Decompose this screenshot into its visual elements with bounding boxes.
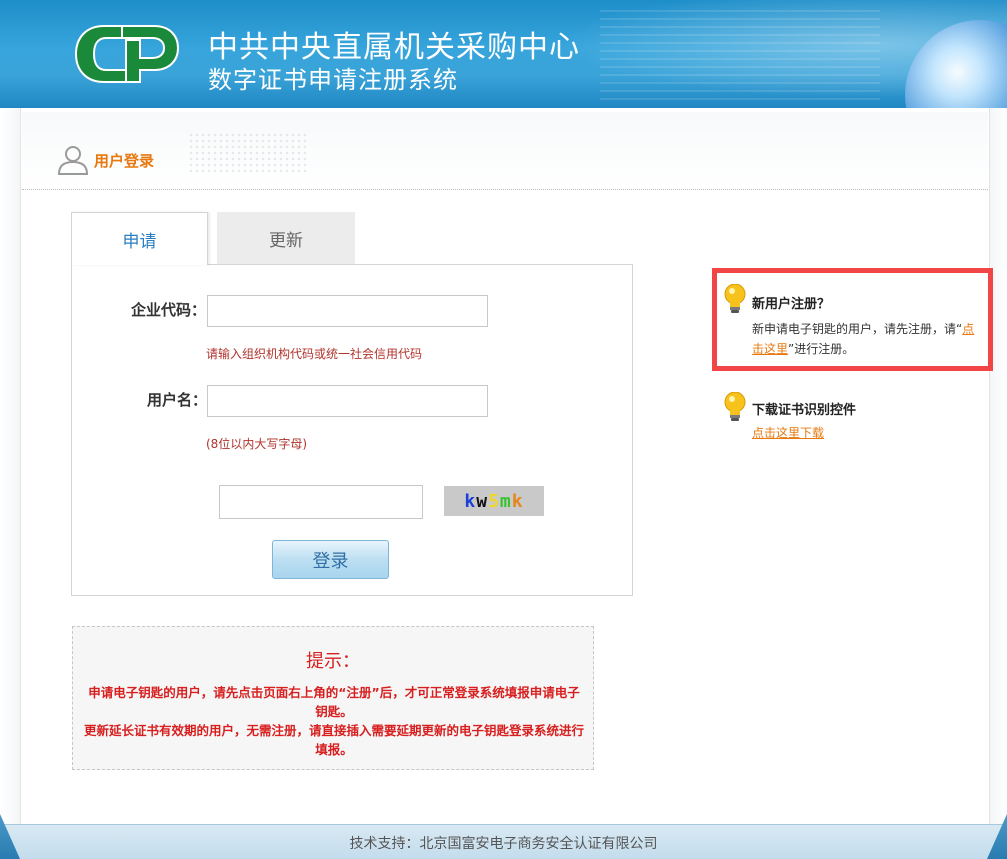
footer: 技术支持：北京国富安电子商务安全认证有限公司 bbox=[0, 824, 1007, 859]
tips-line-2: 更新延长证书有效期的用户，无需注册，请直接插入需要延期更新的电子钥匙登录系统进行… bbox=[83, 723, 584, 757]
username-input[interactable] bbox=[207, 385, 488, 417]
captcha-char: w bbox=[476, 490, 489, 512]
register-text-before: 新申请电子钥匙的用户，请先注册，请“ bbox=[752, 322, 963, 336]
company-code-input[interactable] bbox=[207, 295, 488, 327]
cp-logo-icon bbox=[74, 25, 180, 83]
login-button[interactable]: 登录 bbox=[272, 540, 389, 579]
lightbulb-icon bbox=[724, 392, 746, 421]
captcha-char: k bbox=[464, 490, 477, 512]
tips-title: 提示： bbox=[306, 651, 360, 672]
captcha-char: m bbox=[499, 490, 512, 512]
left-margin bbox=[0, 108, 20, 824]
tab-update-label: 更新 bbox=[269, 230, 303, 251]
username-hint: (8位以内大写字母) bbox=[206, 437, 307, 451]
captcha-char: 5 bbox=[488, 490, 500, 512]
download-title: 下载证书识别控件 bbox=[752, 403, 857, 418]
register-title: 新用户注册？ bbox=[752, 297, 831, 312]
header-subtitle: 数字证书申请注册系统 bbox=[208, 66, 458, 94]
right-margin bbox=[990, 108, 1007, 824]
username-label: 用户名： bbox=[147, 391, 208, 409]
user-icon bbox=[57, 146, 89, 175]
lightbulb-icon bbox=[724, 284, 746, 313]
captcha-char: k bbox=[511, 490, 524, 512]
dot-pattern bbox=[188, 132, 308, 172]
register-text-after: ”进行注册。 bbox=[788, 342, 855, 356]
company-code-label: 企业代码： bbox=[131, 301, 207, 319]
tab-apply[interactable]: 申请 bbox=[71, 212, 208, 265]
tab-apply-label: 申请 bbox=[122, 231, 157, 252]
login-title: 用户登录 bbox=[94, 152, 155, 170]
download-text: 点击这里下载 bbox=[752, 423, 824, 443]
tips-line-1: 申请电子钥匙的用户，请先点击页面右上角的“注册”后，才可正常登录系统填报申请电子… bbox=[88, 685, 580, 719]
header-banner: 中共中央直属机关采购中心 数字证书申请注册系统 bbox=[0, 0, 1007, 108]
tips-box: 提示： 申请电子钥匙的用户，请先点击页面右上角的“注册”后，才可正常登录系统填报… bbox=[72, 626, 594, 770]
register-text: 新申请电子钥匙的用户，请先注册，请“点击这里”进行注册。 bbox=[752, 319, 977, 359]
login-header-bar bbox=[22, 112, 988, 190]
download-link[interactable]: 点击这里下载 bbox=[752, 426, 824, 440]
tab-update[interactable]: 更新 bbox=[217, 212, 355, 264]
footer-text: 技术支持：北京国富安电子商务安全认证有限公司 bbox=[349, 836, 658, 852]
captcha-image[interactable]: kw5mk bbox=[444, 486, 544, 516]
company-code-hint: 请输入组织机构代码或统一社会信用代码 bbox=[206, 347, 423, 361]
captcha-input[interactable] bbox=[219, 485, 423, 519]
